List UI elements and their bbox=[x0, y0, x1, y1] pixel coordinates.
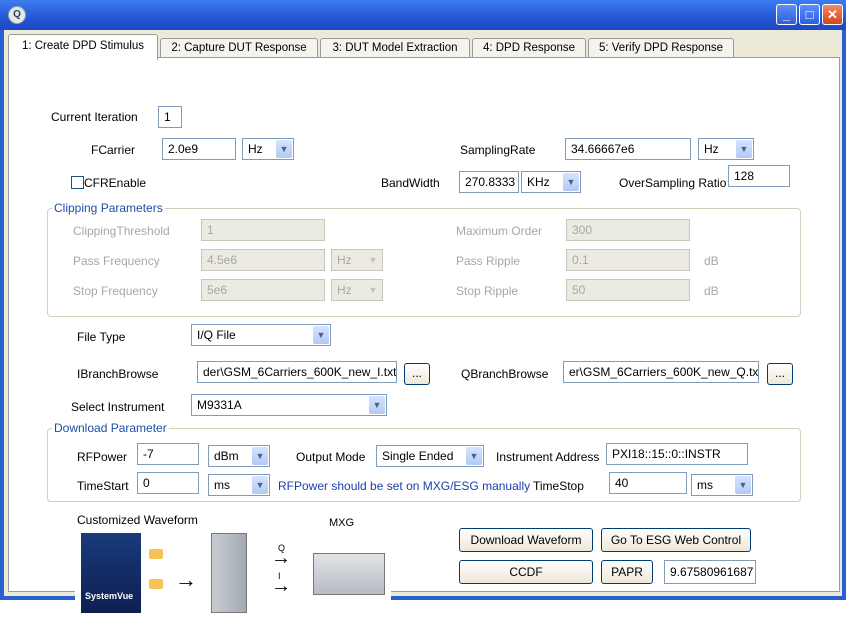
sampling-rate-field[interactable]: 34.66667e6 bbox=[565, 138, 691, 160]
minimize-button[interactable]: _ bbox=[776, 4, 797, 25]
chevron-down-icon: ▼ bbox=[563, 173, 579, 191]
current-iteration-field[interactable]: 1 bbox=[158, 106, 182, 128]
fcarrier-unit-select[interactable]: Hz ▼ bbox=[242, 138, 294, 160]
sampling-rate-unit-select[interactable]: Hz ▼ bbox=[698, 138, 754, 160]
chevron-down-icon: ▼ bbox=[252, 476, 268, 494]
ibranch-path-field[interactable]: der\GSM_6Carriers_600K_new_I.txt bbox=[197, 361, 397, 383]
pxi-chassis-icon bbox=[211, 533, 247, 613]
bandwidth-field[interactable]: 270.8333 bbox=[459, 171, 519, 193]
chevron-down-icon: ▼ bbox=[365, 281, 381, 299]
instrument-address-field[interactable]: PXI18::15::0::INSTR bbox=[606, 443, 748, 465]
pass-frequency-unit-select: Hz ▼ bbox=[331, 249, 383, 271]
waveform-diagram: Customized Waveform MXG SystemVue → Q → … bbox=[75, 511, 391, 623]
tab-capture-dut-response[interactable]: 2: Capture DUT Response bbox=[160, 38, 318, 58]
timestop-unit-select[interactable]: ms ▼ bbox=[691, 474, 753, 496]
chevron-down-icon: ▼ bbox=[365, 251, 381, 269]
qbranch-path-field[interactable]: er\GSM_6Carriers_600K_new_Q.txt bbox=[563, 361, 759, 383]
stop-frequency-field: 5e6 bbox=[201, 279, 325, 301]
title-bar: Q _ □ ✕ bbox=[0, 0, 846, 30]
rfpower-manual-note: RFPower should be set on MXG/ESG manuall… bbox=[278, 479, 531, 493]
close-button[interactable]: ✕ bbox=[822, 4, 843, 25]
instrument-select[interactable]: M9331A ▼ bbox=[191, 394, 387, 416]
tab-dut-model-extraction[interactable]: 3: DUT Model Extraction bbox=[320, 38, 470, 58]
esg-web-control-button[interactable]: Go To ESG Web Control bbox=[601, 528, 751, 552]
client-area: 1: Create DPD Stimulus 2: Capture DUT Re… bbox=[4, 30, 842, 623]
bandwidth-label: BandWidth bbox=[381, 176, 440, 190]
chevron-down-icon: ▼ bbox=[466, 447, 482, 465]
arrow-icon: → bbox=[175, 567, 197, 592]
stop-ripple-field: 50 bbox=[566, 279, 690, 301]
clipping-threshold-label: ClippingThreshold bbox=[73, 224, 170, 238]
i-arrow-icon: → bbox=[271, 575, 291, 597]
timestart-unit-select[interactable]: ms ▼ bbox=[208, 474, 270, 496]
timestop-label: TimeStop bbox=[533, 479, 584, 493]
output-mode-select[interactable]: Single Ended ▼ bbox=[376, 445, 484, 467]
chevron-down-icon: ▼ bbox=[735, 476, 751, 494]
systemvue-logo: SystemVue bbox=[81, 533, 141, 613]
fcarrier-label: FCarrier bbox=[91, 143, 135, 157]
download-waveform-button[interactable]: Download Waveform bbox=[459, 528, 593, 552]
instrument-address-label: Instrument Address bbox=[496, 450, 600, 464]
chevron-down-icon: ▼ bbox=[736, 140, 752, 158]
chevron-down-icon: ▼ bbox=[252, 447, 268, 465]
app-window: Q _ □ ✕ 1: Create DPD Stimulus 2: Captur… bbox=[0, 0, 846, 623]
tab-panel: Current Iteration 1 FCarrier 2.0e9 Hz ▼ S… bbox=[8, 57, 840, 623]
app-icon: Q bbox=[8, 6, 26, 24]
cfr-enable-label: CFREnable bbox=[84, 176, 147, 190]
chevron-down-icon: ▼ bbox=[369, 396, 385, 414]
file-type-select[interactable]: I/Q File ▼ bbox=[191, 324, 331, 346]
sampling-rate-label: SamplingRate bbox=[460, 143, 536, 157]
pass-ripple-label: Pass Ripple bbox=[456, 254, 521, 268]
timestart-label: TimeStart bbox=[77, 479, 129, 493]
maximize-button[interactable]: □ bbox=[799, 4, 820, 25]
qbranch-browse-button[interactable]: ... bbox=[767, 363, 793, 385]
tab-dpd-response[interactable]: 4: DPD Response bbox=[472, 38, 586, 58]
chevron-down-icon: ▼ bbox=[276, 140, 292, 158]
ibranch-browse-button[interactable]: ... bbox=[404, 363, 430, 385]
file-type-label: File Type bbox=[77, 330, 126, 344]
oversampling-ratio-field[interactable]: 128 bbox=[728, 165, 790, 187]
pass-ripple-unit: dB bbox=[704, 254, 719, 268]
maximum-order-field: 300 bbox=[566, 219, 690, 241]
rfpower-label: RFPower bbox=[77, 450, 128, 464]
timestop-field[interactable]: 40 bbox=[609, 472, 687, 494]
cfr-enable-checkbox[interactable] bbox=[71, 176, 84, 189]
bandwidth-unit-select[interactable]: KHz ▼ bbox=[521, 171, 581, 193]
oversampling-ratio-label: OverSampling Ratio bbox=[619, 176, 727, 190]
current-iteration-label: Current Iteration bbox=[51, 110, 138, 124]
tab-create-dpd-stimulus[interactable]: 1: Create DPD Stimulus bbox=[8, 34, 158, 60]
download-parameter-title: Download Parameter bbox=[52, 421, 169, 435]
papr-button[interactable]: PAPR bbox=[601, 560, 653, 584]
mxg-instrument-icon bbox=[313, 553, 385, 595]
ccdf-button[interactable]: CCDF bbox=[459, 560, 593, 584]
mxg-label: MXG bbox=[329, 517, 355, 529]
tab-verify-dpd-response[interactable]: 5: Verify DPD Response bbox=[588, 38, 734, 58]
maximum-order-label: Maximum Order bbox=[456, 224, 543, 238]
papr-value-field: 9.67580961687 bbox=[664, 560, 756, 584]
rfpower-field[interactable]: -7 bbox=[137, 443, 199, 465]
fcarrier-field[interactable]: 2.0e9 bbox=[162, 138, 236, 160]
stop-ripple-label: Stop Ripple bbox=[456, 284, 519, 298]
output-mode-label: Output Mode bbox=[296, 450, 366, 464]
clipping-threshold-field: 1 bbox=[201, 219, 325, 241]
pass-frequency-label: Pass Frequency bbox=[73, 254, 160, 268]
chevron-down-icon: ▼ bbox=[313, 326, 329, 344]
ibranch-browse-label: IBranchBrowse bbox=[77, 367, 159, 381]
folder-q-icon bbox=[149, 579, 163, 589]
stop-frequency-label: Stop Frequency bbox=[73, 284, 158, 298]
customized-waveform-title: Customized Waveform bbox=[77, 513, 198, 527]
qbranch-browse-label: QBranchBrowse bbox=[461, 367, 549, 381]
clipping-parameters-title: Clipping Parameters bbox=[52, 201, 165, 215]
timestart-field[interactable]: 0 bbox=[137, 472, 199, 494]
select-instrument-label: Select Instrument bbox=[71, 400, 165, 414]
q-arrow-icon: → bbox=[271, 547, 291, 569]
folder-i-icon bbox=[149, 549, 163, 559]
rfpower-unit-select[interactable]: dBm ▼ bbox=[208, 445, 270, 467]
stop-ripple-unit: dB bbox=[704, 284, 719, 298]
stop-frequency-unit-select: Hz ▼ bbox=[331, 279, 383, 301]
pass-ripple-field: 0.1 bbox=[566, 249, 690, 271]
pass-frequency-field: 4.5e6 bbox=[201, 249, 325, 271]
